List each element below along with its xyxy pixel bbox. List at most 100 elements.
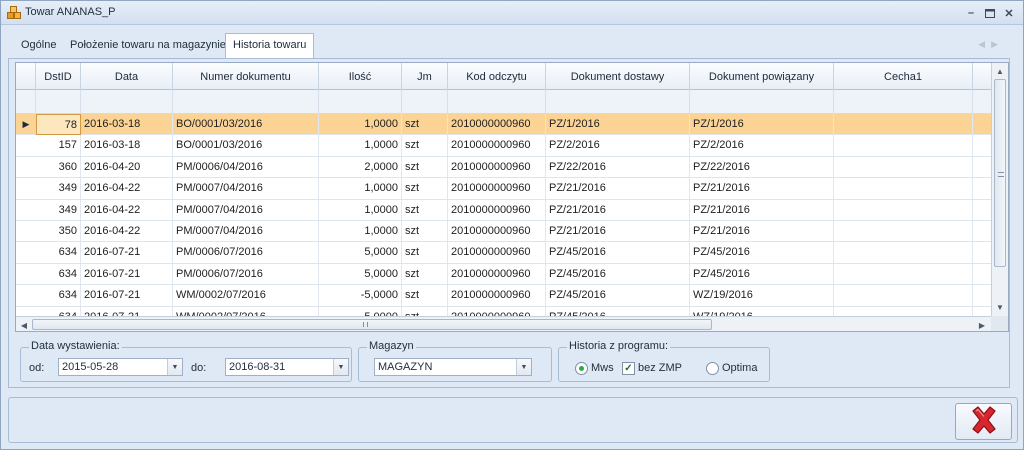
table-row[interactable]: 349 2016-04-22 PM/0007/04/2016 1,0000 szt 201… <box>16 178 991 200</box>
warehouse-select[interactable]: MAGAZYN ▼ <box>374 358 532 376</box>
cell-delivery-document[interactable]: PZ/21/2016 <box>546 178 690 200</box>
cell-related-document[interactable]: PZ/1/2016 <box>690 114 834 135</box>
table-row[interactable]: 350 2016-04-22 PM/0007/04/2016 1,0000 szt 201… <box>16 221 991 243</box>
cell-read-code[interactable]: 2010000000960 <box>448 156 546 178</box>
cell-delivery-document[interactable]: PZ/22/2016 <box>546 156 690 178</box>
cell-unit[interactable]: szt <box>402 221 448 242</box>
tab-ogolne[interactable]: Ogólne <box>14 34 63 58</box>
close-icon[interactable]: ✕ <box>1001 5 1017 21</box>
cell-date[interactable]: 2016-04-22 <box>81 199 173 221</box>
column-header[interactable]: Jm <box>402 63 448 90</box>
table-row[interactable]: ▶ 78 2016-03-18 BO/0001/03/2016 1,0000 szt 201… <box>16 114 991 136</box>
cell-quantity[interactable]: 5,0000 <box>319 242 402 264</box>
cell-related-document[interactable]: WZ/19/2016 <box>690 285 834 307</box>
cell-date[interactable]: 2016-04-22 <box>81 178 173 200</box>
cell-related-document[interactable]: PZ/2/2016 <box>690 135 834 157</box>
radio-mws[interactable] <box>575 362 588 375</box>
cell-unit[interactable]: szt <box>402 178 448 200</box>
cell-unit[interactable]: szt <box>402 263 448 285</box>
tab-historia[interactable]: Historia towaru <box>225 33 315 59</box>
cell-document-number[interactable]: PM/0006/07/2016 <box>173 263 319 285</box>
radio-optima[interactable] <box>706 362 719 375</box>
cell-feature1[interactable] <box>834 156 973 178</box>
vertical-scrollbar[interactable]: ▲ ▼ <box>991 63 1008 316</box>
table-row[interactable]: 349 2016-04-22 PM/0007/04/2016 1,0000 szt 201… <box>16 199 991 221</box>
scroll-left-icon[interactable]: ◀ <box>17 318 31 331</box>
cell-dstid[interactable]: 157 <box>36 135 81 157</box>
horizontal-scrollbar[interactable]: ◀ ▶ <box>16 316 991 331</box>
vertical-scroll-thumb[interactable] <box>994 79 1006 267</box>
auto-filter-row[interactable] <box>16 90 991 114</box>
cell-feature1[interactable] <box>834 263 973 285</box>
cell-unit[interactable]: szt <box>402 156 448 178</box>
cell-related-document[interactable]: PZ/21/2016 <box>690 199 834 221</box>
cell-delivery-document[interactable]: PZ/21/2016 <box>546 221 690 242</box>
column-header[interactable]: Ilość <box>319 63 402 90</box>
cell-feature1[interactable] <box>834 135 973 157</box>
cell-read-code[interactable]: 2010000000960 <box>448 242 546 264</box>
table-row[interactable]: 157 2016-03-18 BO/0001/03/2016 1,0000 szt 201… <box>16 135 991 157</box>
table-row[interactable]: 360 2016-04-20 PM/0006/04/2016 2,0000 szt 201… <box>16 156 991 179</box>
cell-date[interactable]: 2016-07-21 <box>81 263 173 285</box>
cell-quantity[interactable]: 2,0000 <box>319 156 402 178</box>
cell-read-code[interactable]: 2010000000960 <box>448 221 546 242</box>
cell-date[interactable]: 2016-07-21 <box>81 285 173 307</box>
restore-icon[interactable] <box>982 5 998 21</box>
cell-delivery-document[interactable]: PZ/2/2016 <box>546 135 690 157</box>
date-to-picker[interactable]: 2016-08-31 ▼ <box>225 358 349 376</box>
cell-feature1[interactable] <box>834 221 973 242</box>
cell-read-code[interactable]: 2010000000960 <box>448 199 546 221</box>
cell-document-number[interactable]: PM/0007/04/2016 <box>173 221 319 242</box>
history-grid[interactable]: DstID Data Numer dokumentu Ilość Jm Kod … <box>15 62 1009 332</box>
cell-quantity[interactable]: 1,0000 <box>319 178 402 200</box>
column-header[interactable]: Cecha1 <box>834 63 973 90</box>
cell-dstid[interactable]: 349 <box>36 199 81 221</box>
scroll-right-icon[interactable]: ▶ <box>975 318 989 331</box>
cell-related-document[interactable]: PZ/45/2016 <box>690 263 834 285</box>
horizontal-scroll-thumb[interactable] <box>32 319 712 330</box>
cell-feature1[interactable] <box>834 178 973 200</box>
column-header[interactable]: Dokument dostawy <box>546 63 690 90</box>
cell-delivery-document[interactable]: PZ/45/2016 <box>546 285 690 307</box>
cell-quantity[interactable]: 5,0000 <box>319 263 402 285</box>
cell-related-document[interactable]: PZ/21/2016 <box>690 221 834 242</box>
title-bar[interactable]: Towar ANANAS_P – ✕ <box>1 1 1023 25</box>
cell-dstid[interactable]: 634 <box>36 242 81 264</box>
cell-delivery-document[interactable]: PZ/1/2016 <box>546 114 690 135</box>
cell-read-code[interactable]: 2010000000960 <box>448 178 546 200</box>
cell-document-number[interactable]: PM/0007/04/2016 <box>173 178 319 200</box>
column-header[interactable]: Dokument powiązany <box>690 63 834 90</box>
cell-feature1[interactable] <box>834 242 973 264</box>
cell-document-number[interactable]: WM/0002/07/2016 <box>173 285 319 307</box>
close-button[interactable] <box>955 403 1012 440</box>
column-header[interactable]: Numer dokumentu <box>173 63 319 90</box>
dropdown-arrow-icon[interactable]: ▼ <box>167 359 182 375</box>
cell-read-code[interactable]: 2010000000960 <box>448 114 546 135</box>
cell-dstid[interactable]: 634 <box>36 263 81 285</box>
dropdown-arrow-icon[interactable]: ▼ <box>333 359 348 375</box>
table-row[interactable]: 634 2016-07-21 PM/0006/07/2016 5,0000 szt 201… <box>16 242 991 264</box>
cell-document-number[interactable]: PM/0006/07/2016 <box>173 242 319 264</box>
cell-date[interactable]: 2016-04-20 <box>81 156 173 178</box>
cell-delivery-document[interactable]: PZ/21/2016 <box>546 199 690 221</box>
cell-related-document[interactable]: PZ/22/2016 <box>690 156 834 178</box>
cell-document-number[interactable]: BO/0001/03/2016 <box>173 114 319 135</box>
checkbox-bez-zmp[interactable]: ✓ <box>622 362 635 375</box>
dropdown-arrow-icon[interactable]: ▼ <box>516 359 531 375</box>
cell-quantity[interactable]: 1,0000 <box>319 114 402 135</box>
cell-date[interactable]: 2016-03-18 <box>81 135 173 157</box>
cell-date[interactable]: 2016-04-22 <box>81 221 173 242</box>
column-header[interactable]: DstID <box>36 63 81 90</box>
cell-read-code[interactable]: 2010000000960 <box>448 285 546 307</box>
date-from-picker[interactable]: 2015-05-28 ▼ <box>58 358 183 376</box>
cell-delivery-document[interactable]: PZ/45/2016 <box>546 263 690 285</box>
cell-unit[interactable]: szt <box>402 242 448 264</box>
tab-scroll-arrows[interactable]: ◀▶ <box>978 39 1004 50</box>
cell-related-document[interactable]: PZ/21/2016 <box>690 178 834 200</box>
cell-unit[interactable]: szt <box>402 135 448 157</box>
column-header[interactable]: Kod odczytu <box>448 63 546 90</box>
cell-document-number[interactable]: PM/0007/04/2016 <box>173 199 319 221</box>
cell-dstid[interactable]: 349 <box>36 178 81 200</box>
scroll-up-icon[interactable]: ▲ <box>992 64 1008 78</box>
cell-related-document[interactable]: PZ/45/2016 <box>690 242 834 264</box>
